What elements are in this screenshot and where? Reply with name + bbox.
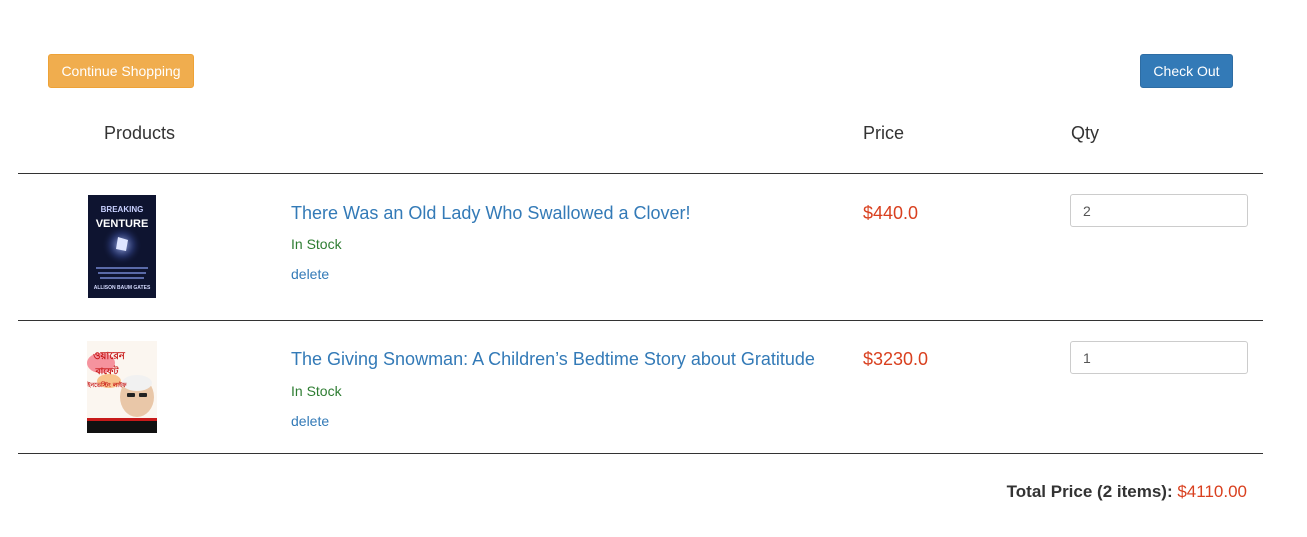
product-cover-image[interactable]: ওয়ারেন বাফেট ইনভেস্টিং লাইফ — [87, 341, 157, 433]
total-price: Total Price (2 items): $4110.00 — [1007, 482, 1247, 502]
column-header-price: Price — [863, 123, 905, 143]
cover-line2: VENTURE — [96, 218, 149, 230]
cover-line1: ওয়ারেন — [93, 351, 126, 362]
item-price: $3230.0 — [863, 349, 929, 369]
total-price-label: Total Price (2 items): — [1006, 482, 1173, 501]
cover-author: ALLISON BAUM GATES — [94, 285, 151, 291]
cart-item-row: BREAKING VENTURE ALLISON BAUM GATES Ther… — [18, 174, 1263, 320]
cart-item-row: ওয়ারেন বাফেট ইনভেস্টিং লাইফ The Giving … — [18, 321, 1263, 453]
check-out-button[interactable]: Check Out — [1140, 54, 1233, 88]
delete-link[interactable]: delete — [291, 413, 329, 429]
continue-shopping-button[interactable]: Continue Shopping — [48, 54, 194, 88]
cover-line1: BREAKING — [101, 205, 144, 214]
item-price: $440.0 — [863, 203, 919, 223]
quantity-input[interactable] — [1070, 194, 1248, 227]
total-price-value: $4110.00 — [1177, 482, 1247, 501]
product-cover-image[interactable]: BREAKING VENTURE ALLISON BAUM GATES — [88, 195, 156, 298]
book-cover-art: BREAKING VENTURE ALLISON BAUM GATES — [88, 195, 156, 298]
stock-status: In Stock — [291, 236, 342, 252]
column-header-qty: Qty — [1071, 123, 1100, 143]
cover-line3: ইনভেস্টিং লাইফ — [87, 380, 127, 389]
book-cover-art: ওয়ারেন বাফেট ইনভেস্টিং লাইফ — [87, 341, 157, 433]
delete-link[interactable]: delete — [291, 266, 329, 282]
column-header-products: Products — [104, 123, 176, 143]
table-bottom-divider — [18, 453, 1263, 454]
product-title-link[interactable]: There Was an Old Lady Who Swallowed a Cl… — [291, 203, 691, 224]
quantity-input[interactable] — [1070, 341, 1248, 374]
product-title-link[interactable]: The Giving Snowman: A Children’s Bedtime… — [291, 349, 815, 370]
stock-status: In Stock — [291, 383, 342, 399]
